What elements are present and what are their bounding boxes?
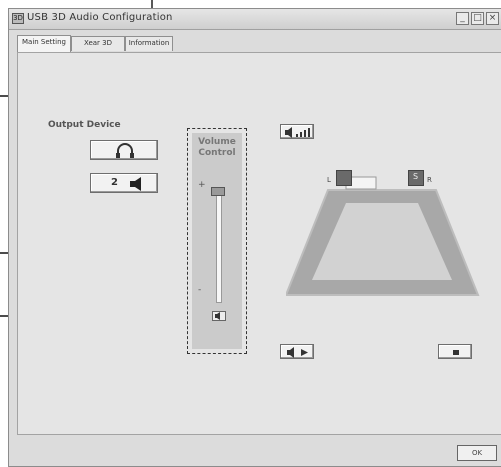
test-play-button[interactable] <box>280 344 314 359</box>
volume-plus-mark: + <box>198 180 206 190</box>
speaker-play-icon <box>287 347 308 358</box>
title-bar[interactable]: 3D USB 3D Audio Configuration _ □ × <box>9 9 501 30</box>
volume-minus-mark: - <box>198 285 202 295</box>
volume-control-label-line2: Control <box>198 148 236 158</box>
speaker-right-label: R <box>427 176 432 184</box>
speaker-right-square[interactable]: S <box>408 170 424 186</box>
volume-control-label-line1: Volume <box>198 137 236 147</box>
stop-icon <box>453 350 459 355</box>
output-device-label: Output Device <box>48 120 121 130</box>
stop-button[interactable] <box>438 344 472 359</box>
volume-slider-track[interactable] <box>216 191 222 303</box>
app-window: 3D USB 3D Audio Configuration _ □ × Main… <box>8 8 501 467</box>
tab-main-setting[interactable]: Main Setting <box>17 35 71 52</box>
mixer-button[interactable] <box>280 124 314 139</box>
close-button[interactable]: × <box>486 12 499 25</box>
minimize-button[interactable]: _ <box>456 12 469 25</box>
main-setting-panel: Output Device 2 L S R <box>17 52 501 435</box>
headphone-button[interactable] <box>90 140 158 160</box>
mute-button[interactable] <box>212 311 226 321</box>
volume-control-box: Volume Control + - <box>187 128 247 354</box>
volume-control-panel: Volume Control + - <box>192 133 242 349</box>
speaker-right-square-label: S <box>413 172 419 181</box>
speaker-left-square[interactable] <box>336 170 352 186</box>
headphone-icon <box>116 143 134 158</box>
ok-button[interactable]: OK <box>457 445 497 461</box>
speaker-levels-icon <box>285 127 310 138</box>
volume-slider-thumb[interactable] <box>211 187 225 196</box>
footer-bar: OK <box>9 440 501 466</box>
two-speaker-button[interactable]: 2 <box>90 173 158 193</box>
window-title: USB 3D Audio Configuration <box>27 12 173 23</box>
app-icon: 3D <box>12 13 24 24</box>
speaker-stage <box>286 176 480 296</box>
speaker-left-label: L <box>327 176 331 184</box>
tab-xear-3d[interactable]: Xear 3D <box>71 36 125 51</box>
speaker-icon <box>130 177 141 191</box>
speaker-count: 2 <box>111 177 118 188</box>
tab-information[interactable]: Information <box>125 36 173 51</box>
maximize-button[interactable]: □ <box>471 12 484 25</box>
mute-speaker-icon <box>215 312 220 320</box>
